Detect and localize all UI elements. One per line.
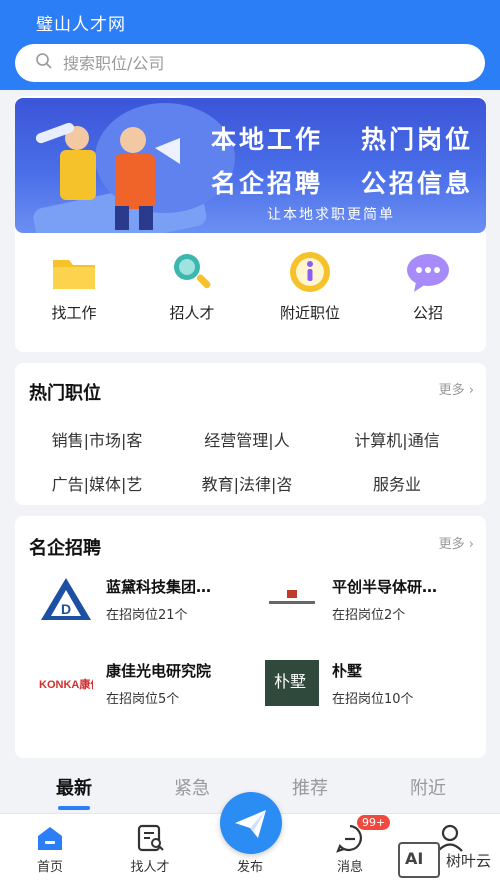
resume-search-icon [134, 822, 166, 854]
quick-links: 找工作 招人才 附近职位 公招 [15, 240, 486, 330]
svg-text:D: D [61, 601, 71, 617]
header-bar: 璧山人才网 [0, 0, 500, 90]
quick-public-recruit[interactable]: 公招 [369, 240, 487, 323]
banner-slogan: 热门岗位 [361, 125, 474, 154]
more-label: 更多 [438, 537, 465, 552]
enterprises-card: 名企招聘 更多 › D 蓝黛科技集团… 在招岗位21个 平创半导体研… 在招岗位… [15, 516, 486, 758]
quick-link-label: 公招 [412, 304, 443, 322]
watermark-text: 树叶云 [446, 852, 492, 870]
enterprise-job-count: 在招岗位2个 [332, 608, 406, 623]
enterprise-job-count: 在招岗位5个 [106, 692, 180, 707]
nav-label: 发布 [236, 860, 263, 875]
nav-home[interactable]: 首页 [0, 814, 100, 889]
enterprise-job-count: 在招岗位21个 [106, 608, 188, 623]
more-label: 更多 [438, 383, 465, 398]
section-title: 热门职位 [29, 383, 101, 404]
nav-label: 消息 [336, 860, 363, 875]
tab-nearby[interactable]: 附近 [369, 774, 487, 800]
enterprise-item[interactable]: 朴墅 朴墅 在招岗位10个 [255, 658, 480, 714]
nav-label: 找人才 [130, 860, 170, 875]
quick-find-talent[interactable]: 招人才 [133, 240, 251, 323]
message-badge: 99+ [356, 814, 392, 831]
quick-link-label: 招人才 [169, 304, 215, 322]
hot-jobs-card: 热门职位 更多 › 销售|市场|客 经营管理|人 计算机|通信 广告|媒体|艺 … [15, 363, 486, 505]
chat-bubble-icon [404, 248, 452, 296]
pingchuang-logo [265, 576, 319, 622]
banner-subtitle: 让本地求职更简单 [267, 207, 395, 223]
paper-plane-icon [235, 810, 266, 838]
enterprise-name: 康佳光电研究院 [106, 662, 212, 680]
banner-slogan: 公招信息 [361, 169, 474, 198]
banner-slogan: 名企招聘 [211, 169, 324, 198]
section-title: 名企招聘 [29, 538, 101, 559]
enterprise-name: 蓝黛科技集团… [106, 578, 212, 596]
job-category-tag[interactable]: 销售|市场|客 [22, 427, 172, 451]
quick-link-label: 附近职位 [279, 304, 340, 322]
nav-label: 首页 [36, 860, 63, 875]
enterprise-job-count: 在招岗位10个 [332, 692, 414, 707]
search-icon [35, 52, 53, 74]
svg-text:KONKA康佳: KONKA康佳 [39, 677, 93, 691]
folder-icon [50, 248, 98, 296]
watermark: AI 树叶云 [398, 840, 500, 880]
more-link[interactable]: 更多 › [439, 379, 474, 398]
quick-find-job[interactable]: 找工作 [15, 240, 133, 323]
pushu-logo: 朴墅 [265, 660, 319, 706]
nav-find-talent[interactable]: 找人才 [100, 814, 200, 889]
app-title: 璧山人才网 [36, 15, 126, 35]
quick-link-label: 找工作 [51, 304, 97, 322]
tab-latest[interactable]: 最新 [15, 774, 133, 800]
job-category-tag[interactable]: 教育|法律|咨 [172, 471, 322, 495]
search-input[interactable] [63, 53, 443, 73]
more-link[interactable]: 更多 › [439, 533, 474, 552]
enterprise-item[interactable]: 平创半导体研… 在招岗位2个 [255, 574, 480, 630]
job-category-tag[interactable]: 广告|媒体|艺 [22, 471, 172, 495]
promo-banner[interactable]: 本地工作 热门岗位 名企招聘 公招信息 让本地求职更简单 [15, 98, 486, 233]
chevron-right-icon: › [468, 383, 474, 398]
active-tab-indicator [58, 806, 90, 810]
enterprise-name: 朴墅 [332, 662, 363, 680]
search-bar[interactable] [15, 44, 485, 82]
chevron-right-icon: › [468, 537, 474, 552]
magnifier-icon [168, 248, 216, 296]
job-category-tag[interactable]: 经营管理|人 [172, 427, 322, 451]
svg-text:朴墅: 朴墅 [274, 672, 306, 691]
publish-button[interactable] [220, 792, 282, 854]
job-category-tag[interactable]: 服务业 [322, 471, 472, 495]
job-category-tag[interactable]: 计算机|通信 [322, 427, 472, 451]
enterprise-name: 平创半导体研… [332, 578, 438, 596]
konka-logo: KONKA康佳 [39, 660, 101, 706]
landai-logo: D [39, 576, 93, 622]
quick-nearby-jobs[interactable]: 附近职位 [251, 240, 369, 323]
info-icon [286, 248, 334, 296]
enterprise-item[interactable]: D 蓝黛科技集团… 在招岗位21个 [29, 574, 254, 630]
ai-logo-icon: AI [398, 842, 440, 878]
home-icon [34, 822, 66, 854]
enterprise-item[interactable]: KONKA康佳 康佳光电研究院 在招岗位5个 [29, 658, 254, 714]
banner-slogan: 本地工作 [211, 125, 324, 154]
